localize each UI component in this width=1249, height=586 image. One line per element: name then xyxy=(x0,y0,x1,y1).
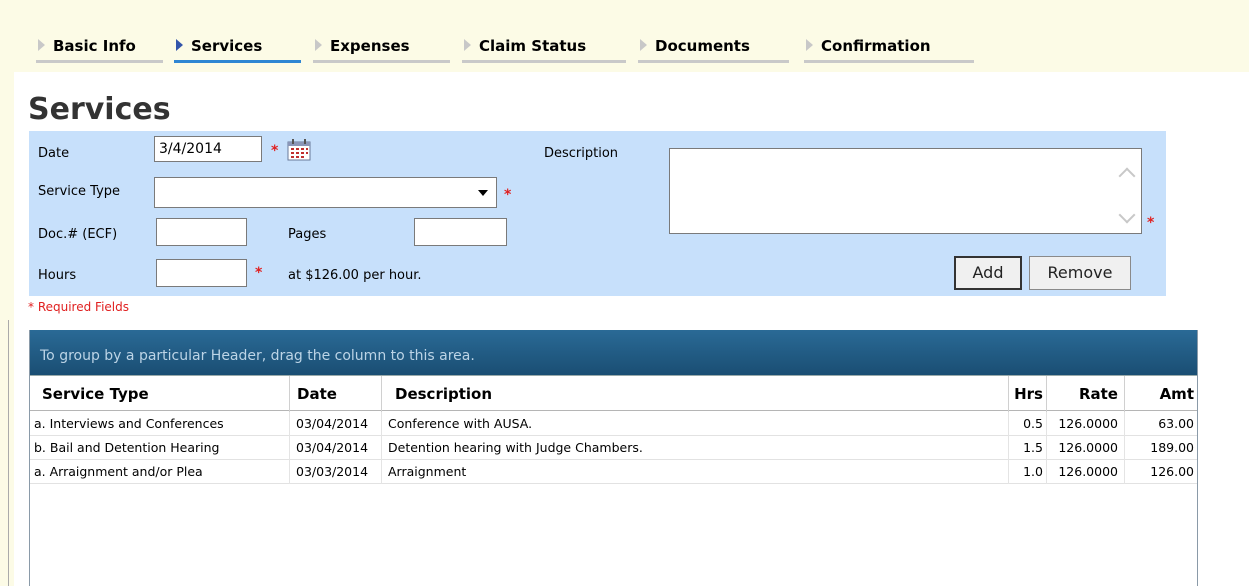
grid-header: Service Type Date Description Hrs Rate A… xyxy=(30,375,1197,412)
tab-label: Basic Info xyxy=(53,37,136,55)
tab-arrow-icon xyxy=(176,39,183,51)
description-textarea[interactable] xyxy=(669,148,1142,234)
column-header-service-type[interactable]: Service Type xyxy=(30,376,289,412)
wizard-tab-strip: Basic Info Services Expenses Claim Statu… xyxy=(0,0,1249,72)
service-type-label: Service Type xyxy=(38,184,121,199)
date-input[interactable] xyxy=(154,136,262,162)
service-entry-form: Date * Service Type * Doc.# (ECF) Pages … xyxy=(29,131,1166,296)
tab-arrow-icon xyxy=(315,39,322,51)
table-row[interactable]: a. Interviews and Conferences 03/04/2014… xyxy=(30,412,1197,436)
group-by-hint: To group by a particular Header, drag th… xyxy=(40,348,475,364)
pages-input[interactable] xyxy=(414,218,507,246)
tab-arrow-icon xyxy=(464,39,471,51)
rate-text: at $126.00 per hour. xyxy=(288,268,422,283)
hours-input[interactable] xyxy=(156,259,247,287)
tab-label: Expenses xyxy=(330,37,410,55)
cell-hrs: 0.5 xyxy=(1008,412,1046,436)
tab-services[interactable]: Services xyxy=(174,37,301,63)
doc-number-input[interactable] xyxy=(156,218,247,246)
page-title: Services xyxy=(28,92,171,127)
required-marker: * xyxy=(504,187,512,203)
tab-arrow-icon xyxy=(806,39,813,51)
services-grid: To group by a particular Header, drag th… xyxy=(29,330,1198,586)
tab-basic-info[interactable]: Basic Info xyxy=(36,37,163,63)
cell-amt: 189.00 xyxy=(1124,436,1197,460)
tab-claim-status[interactable]: Claim Status xyxy=(462,37,626,63)
tab-documents[interactable]: Documents xyxy=(638,37,789,63)
cell-service-type: a. Arraignment and/or Plea xyxy=(34,464,203,479)
cell-rate: 126.0000 xyxy=(1046,412,1124,436)
column-header-description[interactable]: Description xyxy=(381,376,1008,412)
required-marker: * xyxy=(255,265,263,281)
required-marker: * xyxy=(1147,215,1155,231)
cell-description: Conference with AUSA. xyxy=(381,412,1008,436)
table-row[interactable]: a. Arraignment and/or Plea 03/03/2014 Ar… xyxy=(30,460,1197,484)
doc-number-label: Doc.# (ECF) xyxy=(38,227,118,242)
required-marker: * xyxy=(271,143,279,159)
cell-service-type: b. Bail and Detention Hearing xyxy=(34,440,220,455)
tab-arrow-icon xyxy=(640,39,647,51)
required-fields-note: * Required Fields xyxy=(28,300,129,314)
column-header-rate[interactable]: Rate xyxy=(1046,376,1124,412)
cell-amt: 126.00 xyxy=(1124,460,1197,484)
remove-button[interactable]: Remove xyxy=(1029,256,1131,290)
cell-hrs: 1.0 xyxy=(1008,460,1046,484)
tab-expenses[interactable]: Expenses xyxy=(313,37,450,63)
description-label: Description xyxy=(544,146,619,161)
tab-label: Services xyxy=(191,37,263,55)
date-label: Date xyxy=(38,146,70,161)
table-row[interactable]: b. Bail and Detention Hearing 03/04/2014… xyxy=(30,436,1197,460)
tab-label: Confirmation xyxy=(821,37,931,55)
scroll-down-icon[interactable] xyxy=(1118,206,1136,224)
cell-hrs: 1.5 xyxy=(1008,436,1046,460)
cell-date: 03/04/2014 xyxy=(289,436,381,460)
column-header-amt[interactable]: Amt xyxy=(1124,376,1197,412)
cell-date: 03/03/2014 xyxy=(289,460,381,484)
cell-rate: 126.0000 xyxy=(1046,460,1124,484)
cell-description: Arraignment xyxy=(381,460,1008,484)
column-header-hrs[interactable]: Hrs xyxy=(1008,376,1046,412)
group-by-area[interactable]: To group by a particular Header, drag th… xyxy=(30,330,1197,375)
cell-rate: 126.0000 xyxy=(1046,436,1124,460)
column-header-date[interactable]: Date xyxy=(289,376,381,412)
cell-description: Detention hearing with Judge Chambers. xyxy=(381,436,1008,460)
cell-amt: 63.00 xyxy=(1124,412,1197,436)
cell-date: 03/04/2014 xyxy=(289,412,381,436)
cell-service-type: a. Interviews and Conferences xyxy=(34,416,224,431)
tab-label: Documents xyxy=(655,37,750,55)
left-margin-strip xyxy=(0,72,14,586)
calendar-icon[interactable] xyxy=(287,139,311,161)
tab-label: Claim Status xyxy=(479,37,587,55)
left-divider xyxy=(8,320,9,586)
service-type-select[interactable] xyxy=(154,177,497,208)
add-button[interactable]: Add xyxy=(954,256,1022,290)
hours-label: Hours xyxy=(38,268,77,283)
pages-label: Pages xyxy=(288,227,327,242)
scroll-up-icon[interactable] xyxy=(1118,167,1136,185)
chevron-down-icon xyxy=(478,190,488,196)
tab-confirmation[interactable]: Confirmation xyxy=(804,37,974,63)
tab-arrow-icon xyxy=(38,39,45,51)
